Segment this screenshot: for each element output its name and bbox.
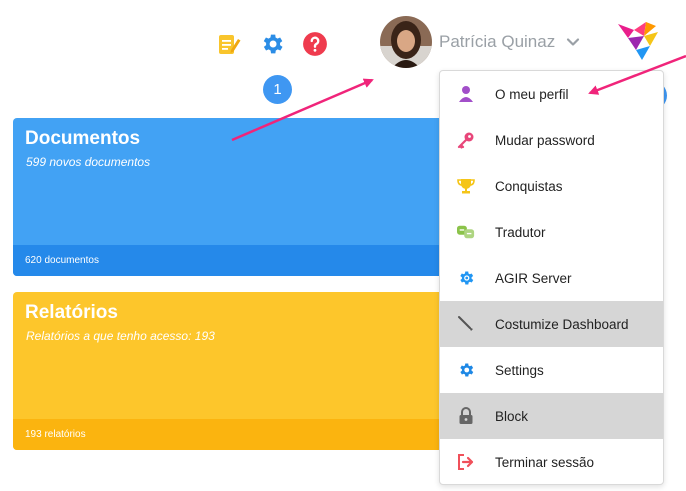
menu-item-block[interactable]: Block bbox=[440, 393, 663, 439]
menu-item-achievements[interactable]: Conquistas bbox=[440, 163, 663, 209]
step-badge-1: 1 bbox=[263, 75, 292, 104]
user-icon bbox=[457, 85, 475, 103]
logo-icon bbox=[616, 20, 662, 62]
server-gear-icon bbox=[457, 269, 475, 287]
lock-icon bbox=[457, 407, 475, 425]
notes-icon[interactable] bbox=[215, 30, 243, 58]
trophy-icon bbox=[457, 177, 475, 195]
menu-item-label: Costumize Dashboard bbox=[495, 316, 629, 332]
user-name[interactable]: Patrícia Quinaz bbox=[439, 32, 555, 52]
gear-icon bbox=[457, 361, 475, 379]
menu-item-agir-server[interactable]: AGIR Server bbox=[440, 255, 663, 301]
documents-card-subtitle: 599 novos documentos bbox=[26, 155, 151, 169]
menu-item-label: AGIR Server bbox=[495, 270, 572, 286]
menu-item-label: Conquistas bbox=[495, 178, 563, 194]
reports-card-footer: 193 relatórios bbox=[13, 419, 443, 450]
menu-item-profile[interactable]: O meu perfil bbox=[440, 71, 663, 117]
menu-item-label: O meu perfil bbox=[495, 86, 569, 102]
menu-item-label: Settings bbox=[495, 362, 544, 378]
key-icon bbox=[457, 131, 475, 149]
menu-item-label: Terminar sessão bbox=[495, 454, 595, 470]
gear-icon[interactable] bbox=[258, 30, 286, 58]
menu-item-label: Mudar password bbox=[495, 132, 595, 148]
avatar[interactable] bbox=[380, 16, 432, 68]
translator-icon bbox=[457, 223, 475, 241]
documents-card-title: Documentos bbox=[25, 128, 141, 149]
user-dropdown-menu: O meu perfil Mudar password Conquistas T… bbox=[439, 70, 664, 485]
reports-card-title: Relatórios bbox=[25, 302, 118, 323]
logout-icon bbox=[457, 453, 475, 471]
menu-item-customize-dashboard[interactable]: Costumize Dashboard bbox=[440, 301, 663, 347]
chevron-down-icon[interactable] bbox=[565, 34, 581, 50]
menu-item-logout[interactable]: Terminar sessão bbox=[440, 439, 663, 484]
documents-card-footer: 620 documentos bbox=[13, 245, 443, 276]
menu-item-label: Tradutor bbox=[495, 224, 546, 240]
help-icon[interactable] bbox=[301, 30, 329, 58]
reports-card-subtitle: Relatórios a que tenho acesso: 193 bbox=[26, 329, 215, 343]
menu-item-change-password[interactable]: Mudar password bbox=[440, 117, 663, 163]
menu-item-settings[interactable]: Settings bbox=[440, 347, 663, 393]
menu-item-label: Block bbox=[495, 408, 529, 424]
menu-item-translator[interactable]: Tradutor bbox=[440, 209, 663, 255]
reports-card[interactable]: Relatórios Relatórios a que tenho acesso… bbox=[13, 292, 443, 450]
brush-icon bbox=[457, 315, 475, 333]
documents-card[interactable]: Documentos 599 novos documentos 620 docu… bbox=[13, 118, 443, 276]
